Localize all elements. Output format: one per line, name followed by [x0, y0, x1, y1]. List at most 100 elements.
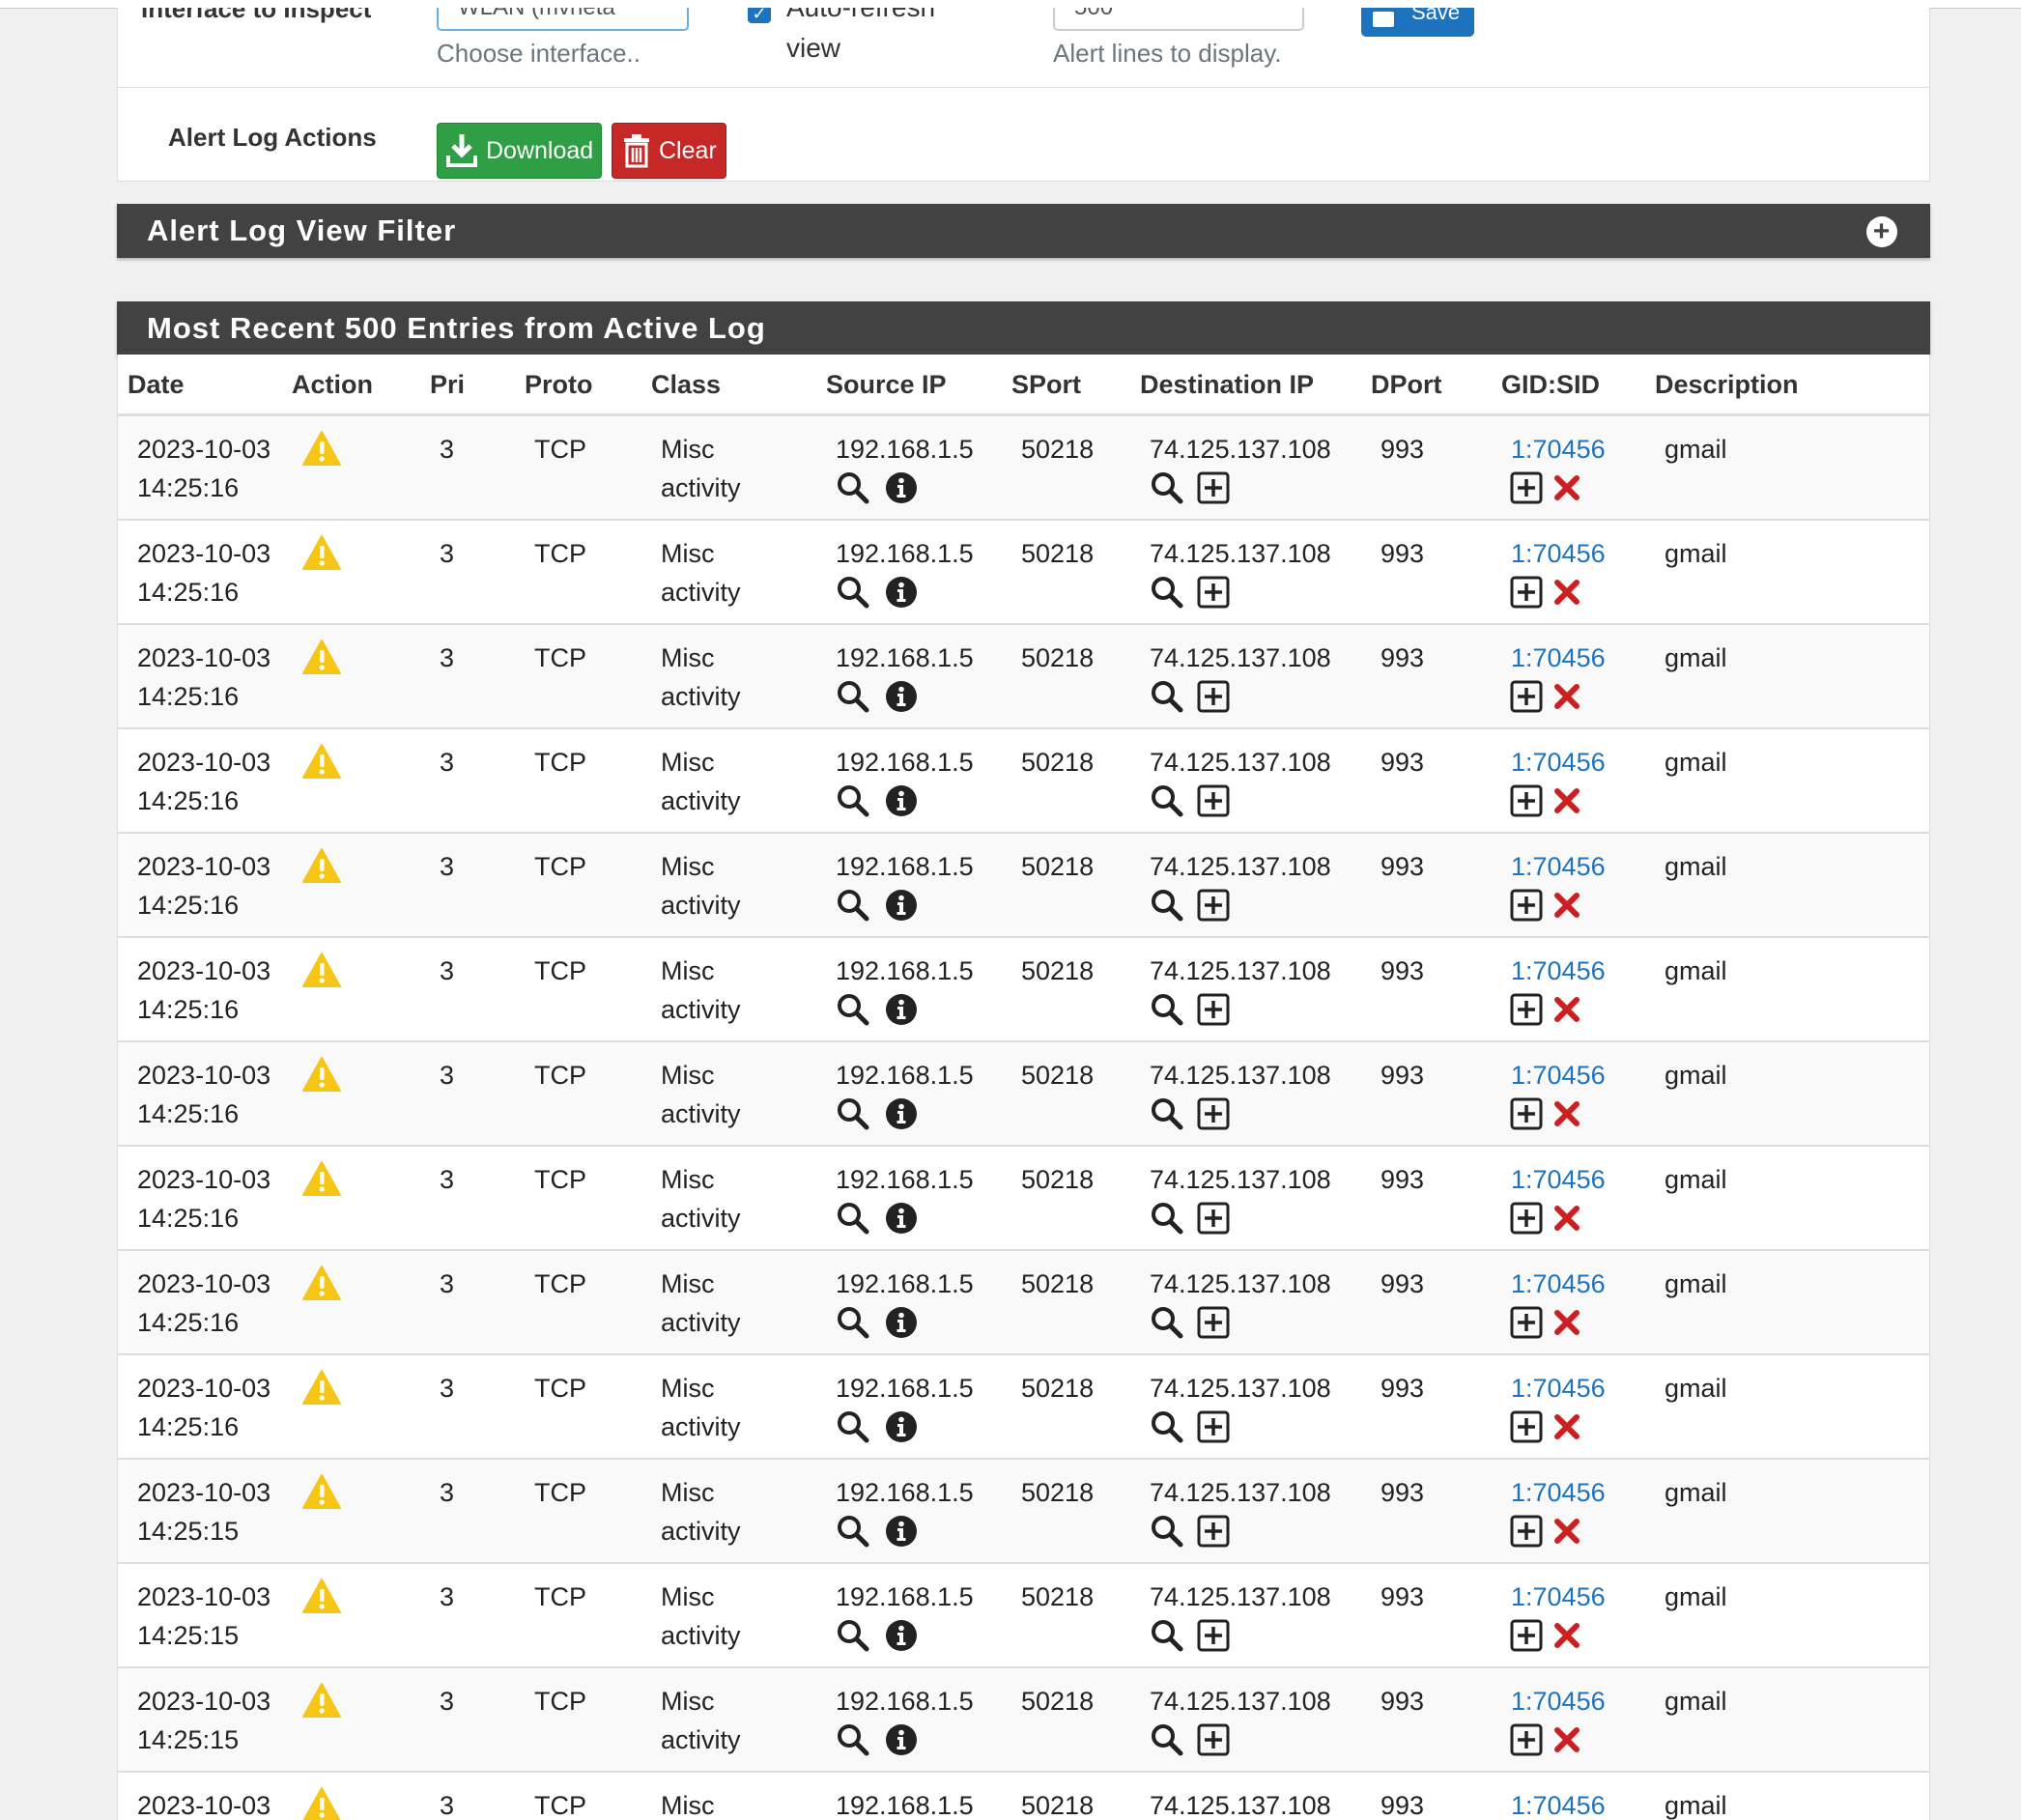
col-destination-ip[interactable]: Destination IP	[1140, 370, 1314, 400]
info-circle-icon[interactable]	[884, 1305, 919, 1340]
plus-circle-icon[interactable]: +	[1866, 216, 1897, 247]
clear-button[interactable]: Clear	[612, 123, 726, 179]
info-circle-icon[interactable]	[884, 783, 919, 818]
col-sport[interactable]: SPort	[1011, 370, 1081, 400]
autorefresh-checkbox[interactable]: ✓	[748, 8, 771, 23]
search-icon[interactable]	[836, 1722, 870, 1757]
cell-gid-sid-link[interactable]: 1:70456	[1511, 534, 1606, 573]
search-icon[interactable]	[836, 992, 870, 1027]
info-circle-icon[interactable]	[884, 575, 919, 610]
search-icon[interactable]	[836, 1618, 870, 1653]
cell-gid-sid-link[interactable]: 1:70456	[1511, 952, 1606, 990]
plus-square-icon[interactable]	[1196, 679, 1231, 714]
x-icon[interactable]	[1550, 679, 1584, 714]
col-dport[interactable]: DPort	[1371, 370, 1442, 400]
search-icon[interactable]	[836, 1305, 870, 1340]
plus-square-icon[interactable]	[1509, 992, 1544, 1027]
info-circle-icon[interactable]	[884, 992, 919, 1027]
col-source-ip[interactable]: Source IP	[826, 370, 947, 400]
cell-gid-sid-link[interactable]: 1:70456	[1511, 1056, 1606, 1095]
search-icon[interactable]	[1150, 470, 1184, 505]
search-icon[interactable]	[1150, 1618, 1184, 1653]
search-icon[interactable]	[1150, 992, 1184, 1027]
search-icon[interactable]	[836, 575, 870, 610]
x-icon[interactable]	[1550, 783, 1584, 818]
plus-square-icon[interactable]	[1509, 1201, 1544, 1236]
info-circle-icon[interactable]	[884, 1409, 919, 1444]
col-pri[interactable]: Pri	[430, 370, 465, 400]
plus-square-icon[interactable]	[1196, 992, 1231, 1027]
cell-gid-sid-link[interactable]: 1:70456	[1511, 1786, 1606, 1820]
info-circle-icon[interactable]	[884, 888, 919, 923]
search-icon[interactable]	[836, 1201, 870, 1236]
x-icon[interactable]	[1550, 1305, 1584, 1340]
cell-gid-sid-link[interactable]: 1:70456	[1511, 1578, 1606, 1616]
info-circle-icon[interactable]	[884, 1618, 919, 1653]
plus-square-icon[interactable]	[1509, 1096, 1544, 1131]
x-icon[interactable]	[1550, 992, 1584, 1027]
search-icon[interactable]	[836, 679, 870, 714]
plus-square-icon[interactable]	[1196, 1096, 1231, 1131]
plus-square-icon[interactable]	[1196, 1409, 1231, 1444]
search-icon[interactable]	[1150, 1722, 1184, 1757]
info-circle-icon[interactable]	[884, 1722, 919, 1757]
search-icon[interactable]	[1150, 1409, 1184, 1444]
search-icon[interactable]	[1150, 575, 1184, 610]
col-proto[interactable]: Proto	[525, 370, 593, 400]
plus-square-icon[interactable]	[1196, 888, 1231, 923]
cell-gid-sid-link[interactable]: 1:70456	[1511, 430, 1606, 469]
col-class[interactable]: Class	[651, 370, 721, 400]
plus-square-icon[interactable]	[1509, 470, 1544, 505]
plus-square-icon[interactable]	[1196, 1305, 1231, 1340]
search-icon[interactable]	[1150, 1096, 1184, 1131]
plus-square-icon[interactable]	[1509, 1514, 1544, 1549]
info-circle-icon[interactable]	[884, 1514, 919, 1549]
col-description[interactable]: Description	[1655, 370, 1799, 400]
x-icon[interactable]	[1550, 575, 1584, 610]
cell-gid-sid-link[interactable]: 1:70456	[1511, 1369, 1606, 1408]
alert-lines-input[interactable]: 500	[1053, 8, 1304, 31]
info-circle-icon[interactable]	[884, 470, 919, 505]
search-icon[interactable]	[1150, 679, 1184, 714]
plus-square-icon[interactable]	[1196, 1201, 1231, 1236]
plus-square-icon[interactable]	[1509, 783, 1544, 818]
x-icon[interactable]	[1550, 470, 1584, 505]
search-icon[interactable]	[1150, 1201, 1184, 1236]
x-icon[interactable]	[1550, 1409, 1584, 1444]
plus-square-icon[interactable]	[1196, 1722, 1231, 1757]
x-icon[interactable]	[1550, 1096, 1584, 1131]
search-icon[interactable]	[1150, 1305, 1184, 1340]
cell-gid-sid-link[interactable]: 1:70456	[1511, 639, 1606, 677]
download-button[interactable]: Download	[437, 123, 602, 179]
search-icon[interactable]	[836, 783, 870, 818]
cell-gid-sid-link[interactable]: 1:70456	[1511, 1682, 1606, 1720]
x-icon[interactable]	[1550, 1201, 1584, 1236]
x-icon[interactable]	[1550, 1618, 1584, 1653]
x-icon[interactable]	[1550, 888, 1584, 923]
search-icon[interactable]	[1150, 888, 1184, 923]
plus-square-icon[interactable]	[1196, 470, 1231, 505]
plus-square-icon[interactable]	[1509, 888, 1544, 923]
search-icon[interactable]	[836, 470, 870, 505]
info-circle-icon[interactable]	[884, 1096, 919, 1131]
plus-square-icon[interactable]	[1196, 783, 1231, 818]
search-icon[interactable]	[836, 1409, 870, 1444]
interface-select[interactable]: WLAN (mvneta	[437, 8, 689, 31]
plus-square-icon[interactable]	[1196, 1618, 1231, 1653]
plus-square-icon[interactable]	[1509, 1618, 1544, 1653]
plus-square-icon[interactable]	[1509, 1722, 1544, 1757]
save-button[interactable]: Save	[1361, 8, 1474, 37]
info-circle-icon[interactable]	[884, 1201, 919, 1236]
search-icon[interactable]	[836, 888, 870, 923]
search-icon[interactable]	[1150, 1514, 1184, 1549]
cell-gid-sid-link[interactable]: 1:70456	[1511, 1160, 1606, 1199]
x-icon[interactable]	[1550, 1514, 1584, 1549]
plus-square-icon[interactable]	[1509, 1409, 1544, 1444]
info-circle-icon[interactable]	[884, 679, 919, 714]
search-icon[interactable]	[836, 1096, 870, 1131]
col-action[interactable]: Action	[292, 370, 373, 400]
cell-gid-sid-link[interactable]: 1:70456	[1511, 743, 1606, 782]
col-gid-sid[interactable]: GID:SID	[1501, 370, 1600, 400]
col-date[interactable]: Date	[128, 370, 185, 400]
search-icon[interactable]	[1150, 783, 1184, 818]
